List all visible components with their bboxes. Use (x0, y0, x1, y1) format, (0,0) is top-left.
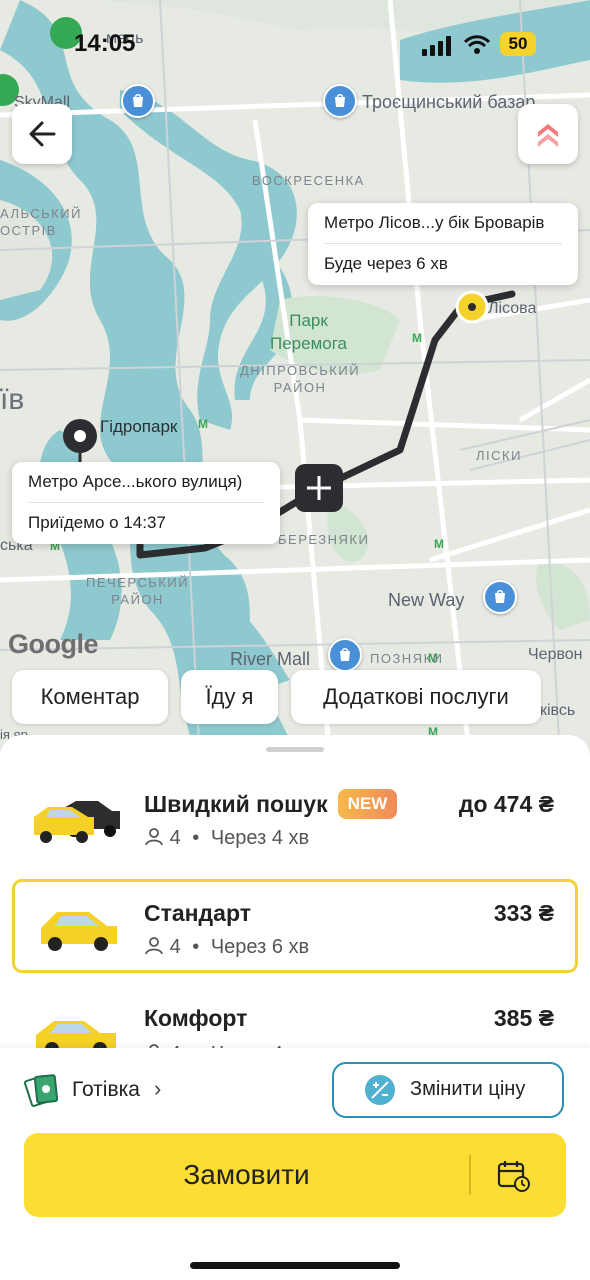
add-stop-button[interactable] (295, 464, 343, 512)
map-label-hidropark: Гідропарк (100, 417, 178, 436)
signal-icon (422, 36, 451, 56)
order-label: Замовити (183, 1159, 310, 1190)
seats: 4 (169, 827, 181, 849)
map-label-kyiv: ïв (0, 383, 25, 416)
tariff-meta: 4 • Через 6 хв (144, 936, 309, 959)
comment-chip[interactable]: Коментар (12, 670, 168, 724)
home-indicator (190, 1262, 400, 1269)
destination-title: Метро Лісов...у бік Броварів (324, 213, 545, 232)
battery-indicator: 50 (500, 32, 536, 56)
extra-services-chip[interactable]: Додаткові послуги (291, 670, 541, 724)
seats: 4 (169, 936, 181, 958)
person-icon (145, 937, 163, 955)
map-label-pecherskyi: ПЕЧЕРСЬКИЙ РАЙОН (86, 575, 190, 607)
tariff-option-fast-search[interactable]: Швидкий пошук NEW до 474 ₴ 4 • Через 4 хв (12, 771, 578, 865)
map-label-river-mall: River Mall (230, 649, 311, 669)
map-label-voskresenka: ВОСКРЕСЕНКА (252, 173, 365, 188)
svg-text:M: M (198, 417, 208, 431)
google-logo: Google (8, 629, 99, 659)
wifi-icon (464, 35, 490, 54)
car-icon (41, 912, 117, 951)
shopping-bag-icon[interactable] (483, 580, 517, 614)
status-bar: 14:05 50 (0, 28, 590, 62)
map-label-chervon: Червон (528, 646, 583, 663)
tariff-name-text: Швидкий пошук (144, 791, 328, 817)
chevrons-up-icon (538, 124, 558, 147)
destination-tooltip[interactable]: Метро Лісов...у бік Броварів Буде через … (308, 203, 578, 285)
pickup-eta: Приїдемо о 14:37 (28, 513, 166, 532)
map-label-brovary-partial: ківсь (540, 702, 576, 719)
shopping-bag-icon[interactable] (328, 638, 362, 672)
two-cars-icon (34, 801, 120, 843)
change-price-label: Змінити ціну (410, 1078, 526, 1100)
map-label-lisky: ЛІСКИ (476, 448, 522, 463)
tariff-name: Стандарт (144, 900, 251, 926)
pickup-title: Метро Арсе...ького вулиця) (28, 472, 243, 491)
order-button[interactable]: Замовити (24, 1133, 566, 1217)
order-footer: Готівка › Змінити ціну Замовити (0, 1048, 590, 1280)
map-label-bereznyaky: БЕРЕЗНЯКИ (278, 532, 370, 547)
map-label-park: Парк Перемога (270, 311, 348, 353)
shopping-bag-icon[interactable] (121, 84, 155, 118)
map-label-dniprovskyi: ДНІПРОВСЬКИЙ РАЙОН (240, 363, 361, 395)
eta: Через 4 хв (210, 827, 310, 849)
tariff-name: Швидкий пошук NEW (144, 789, 398, 819)
price-adjust-icon (365, 1075, 395, 1105)
map-label-lisova: Лісова (488, 300, 537, 317)
change-price-button[interactable]: Змінити ціну (332, 1062, 564, 1118)
tariff-price: 333 ₴ (493, 900, 554, 926)
svg-text:M: M (412, 331, 422, 345)
going-myself-chip[interactable]: Їду я (181, 670, 278, 724)
map-label-new-way: New Way (388, 590, 465, 610)
cash-icon (24, 1074, 59, 1107)
shopping-bag-icon[interactable] (323, 84, 357, 118)
tariff-meta: 4 • Через 4 хв (144, 827, 309, 850)
tariff-option-standard[interactable]: Стандарт 333 ₴ 4 • Через 6 хв (12, 879, 578, 973)
tariff-price: 385 ₴ (493, 1005, 554, 1031)
chevron-right-icon: › (154, 1076, 162, 1101)
arrow-left-icon (29, 121, 56, 147)
new-badge: NEW (337, 789, 398, 819)
map-label-troieshchyna-market: Троєщинський базар (362, 92, 536, 112)
person-icon (145, 828, 163, 846)
layers-button[interactable] (518, 104, 578, 164)
map-label-pozniaky: ПОЗНЯКИ (370, 651, 444, 666)
eta: Через 6 хв (210, 936, 310, 958)
plus-icon (295, 464, 343, 512)
tariff-price: до 474 ₴ (458, 791, 554, 817)
destination-eta: Буде через 6 хв (324, 254, 448, 273)
payment-label: Готівка (72, 1078, 140, 1101)
tariff-name: Комфорт (144, 1005, 248, 1031)
sheet-handle[interactable] (266, 747, 324, 752)
pickup-tooltip[interactable]: Метро Арсе...ького вулиця) Приїдемо о 14… (12, 462, 280, 544)
map[interactable]: M M M M M M мець Троєщинський базар SkyM… (0, 0, 590, 760)
map-label-ostriv: АЛЬСЬКИЙ ОСТРІВ (0, 206, 82, 238)
back-button[interactable] (12, 104, 72, 164)
svg-text:M: M (434, 537, 444, 551)
schedule-calendar-icon[interactable] (496, 1158, 532, 1194)
status-time: 14:05 (74, 30, 136, 57)
divider (469, 1155, 471, 1195)
